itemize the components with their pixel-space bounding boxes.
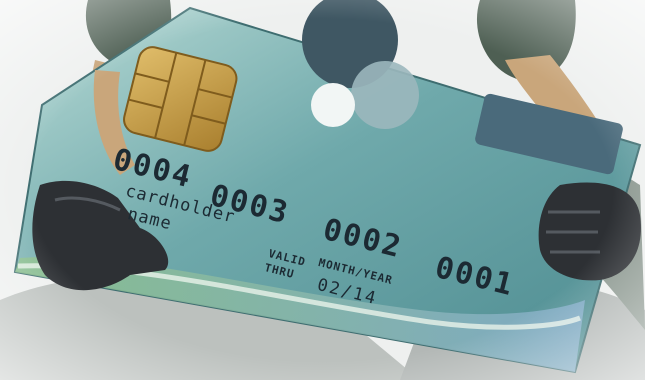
illustration-scene: 0004 0003 0002 0001 cardholder name VALI… bbox=[0, 0, 645, 380]
scene-artwork bbox=[0, 0, 645, 380]
vignette-overlay bbox=[0, 0, 645, 380]
